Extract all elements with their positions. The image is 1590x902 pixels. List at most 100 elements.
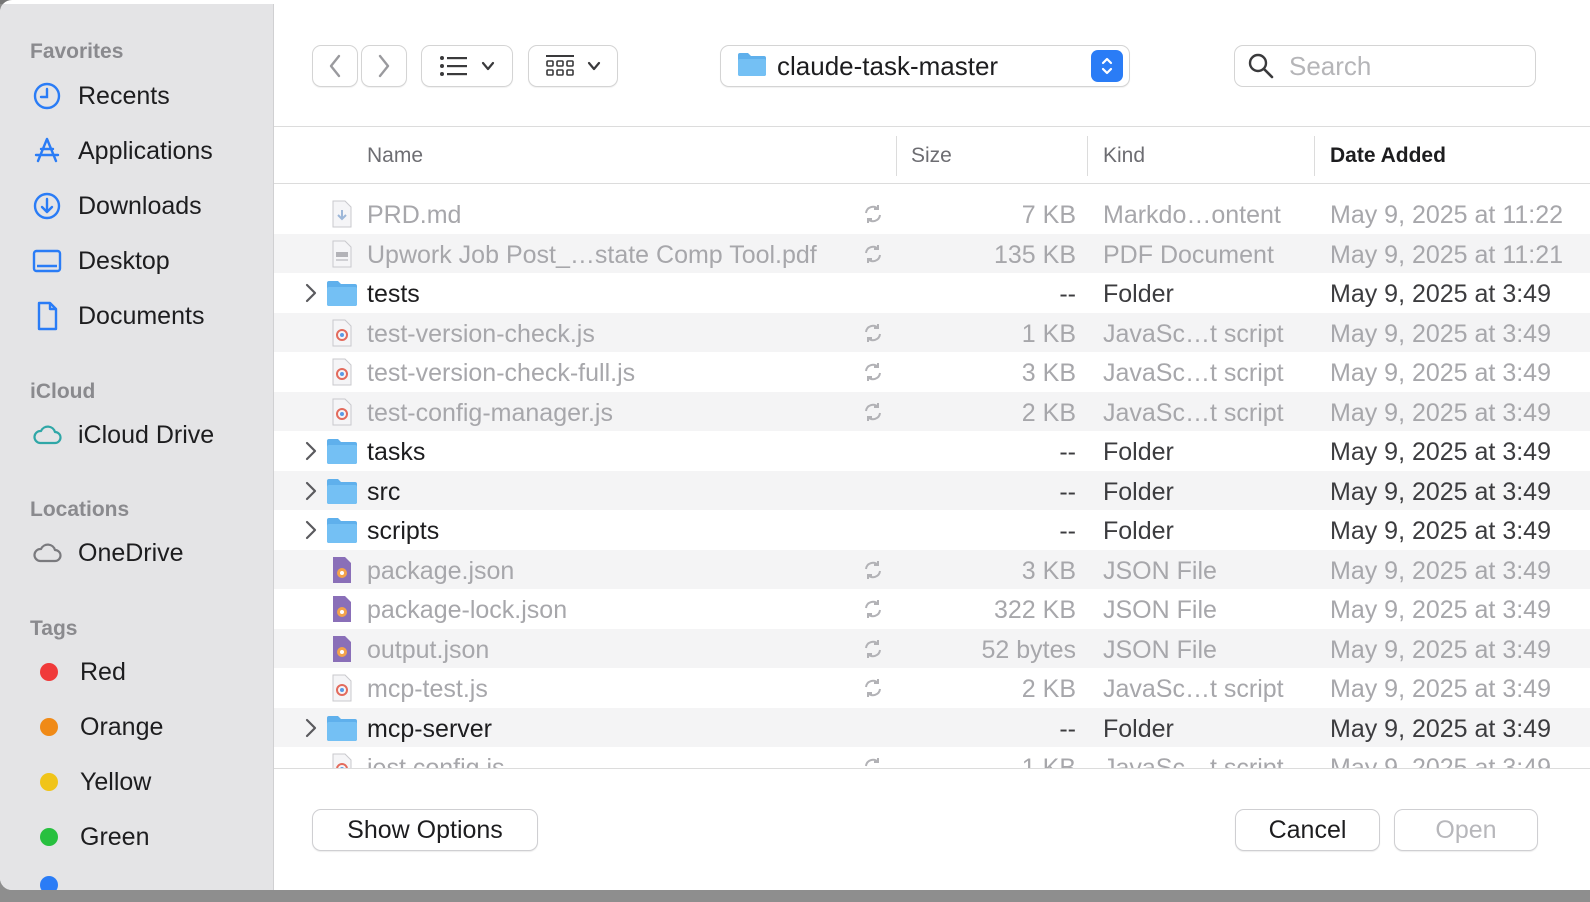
file-date-added: May 9, 2025 at 3:49 bbox=[1330, 280, 1551, 308]
file-kind: Folder bbox=[1103, 438, 1174, 466]
file-size: 3 KB bbox=[1021, 556, 1076, 585]
javascript-file-icon bbox=[326, 397, 358, 427]
file-date-added: May 9, 2025 at 3:49 bbox=[1330, 635, 1551, 664]
search-input[interactable] bbox=[1289, 50, 1509, 82]
file-row[interactable]: PRD.md 7 KB Markdo…ontent May 9, 2025 at… bbox=[274, 194, 1590, 234]
sidebar-item-label: Documents bbox=[78, 301, 205, 330]
folder-row[interactable]: mcp-server -- Folder May 9, 2025 at 3:49 bbox=[274, 707, 1590, 747]
file-size: 2 KB bbox=[1021, 398, 1076, 427]
forward-button[interactable] bbox=[361, 45, 407, 87]
pdf-file-icon bbox=[326, 239, 358, 269]
sidebar-item-onedrive[interactable]: OneDrive bbox=[30, 533, 260, 573]
sync-icon bbox=[862, 401, 884, 423]
file-kind: Folder bbox=[1103, 477, 1174, 506]
file-row[interactable]: mcp-test.js 2 KB JavaSc…t script May 9, … bbox=[274, 668, 1590, 708]
tag-color-dot bbox=[40, 718, 58, 736]
file-name: mcp-server bbox=[367, 714, 493, 743]
sidebar-tag-red[interactable]: Red bbox=[30, 652, 260, 692]
download-icon bbox=[30, 189, 64, 223]
javascript-file-icon bbox=[326, 673, 358, 703]
chevron-right-icon bbox=[378, 54, 390, 78]
sidebar-item-icloud-drive[interactable]: iCloud Drive bbox=[30, 415, 260, 455]
sidebar-item-label: Yellow bbox=[80, 767, 152, 796]
file-date-added: May 9, 2025 at 3:49 bbox=[1330, 438, 1551, 466]
file-name: test-config-manager.js bbox=[367, 398, 613, 427]
file-row[interactable]: package-lock.json 322 KB JSON File May 9… bbox=[274, 589, 1590, 629]
column-separator[interactable] bbox=[896, 136, 897, 176]
folder-row[interactable]: tasks -- Folder May 9, 2025 at 3:49 bbox=[274, 431, 1590, 471]
sidebar-item-documents[interactable]: Documents bbox=[30, 296, 260, 336]
file-row[interactable]: jest.config.js 1 KB JavaSc…t script May … bbox=[274, 747, 1590, 768]
cancel-button[interactable]: Cancel bbox=[1235, 809, 1380, 851]
file-row[interactable]: output.json 52 bytes JSON File May 9, 20… bbox=[274, 628, 1590, 668]
disclosure-chevron-icon[interactable] bbox=[302, 281, 320, 305]
sidebar-section-tags: Tags bbox=[30, 617, 78, 640]
column-header-kind[interactable]: Kind bbox=[1103, 128, 1145, 184]
file-row[interactable]: test-version-check.js 1 KB JavaSc…t scri… bbox=[274, 312, 1590, 352]
file-name: jest.config.js bbox=[367, 754, 505, 768]
disclosure-chevron-icon[interactable] bbox=[302, 518, 320, 542]
column-header-size[interactable]: Size bbox=[911, 128, 952, 184]
group-by-button[interactable] bbox=[528, 45, 618, 87]
file-name: Upwork Job Post_…state Comp Tool.pdf bbox=[367, 240, 817, 269]
location-path-label: claude-task-master bbox=[777, 50, 999, 81]
folder-icon bbox=[326, 515, 358, 545]
sync-icon bbox=[862, 361, 884, 383]
file-row[interactable]: test-config-manager.js 2 KB JavaSc…t scr… bbox=[274, 391, 1590, 431]
file-kind: JavaSc…t script bbox=[1103, 675, 1284, 703]
folder-row[interactable]: src -- Folder May 9, 2025 at 3:49 bbox=[274, 470, 1590, 510]
file-kind: JavaSc…t script bbox=[1103, 398, 1284, 427]
file-row[interactable]: test-version-check-full.js 3 KB JavaSc…t… bbox=[274, 352, 1590, 392]
sidebar-section-icloud: iCloud bbox=[30, 380, 96, 403]
disclosure-chevron-icon[interactable] bbox=[302, 439, 320, 463]
sync-icon bbox=[862, 677, 884, 699]
file-kind: JavaSc…t script bbox=[1103, 359, 1284, 387]
column-separator[interactable] bbox=[1087, 136, 1088, 176]
search-icon bbox=[1248, 53, 1274, 79]
sync-icon bbox=[862, 756, 884, 768]
applications-icon bbox=[30, 134, 64, 168]
file-kind: Folder bbox=[1103, 714, 1174, 743]
folder-row[interactable]: scripts -- Folder May 9, 2025 at 3:49 bbox=[274, 510, 1590, 550]
javascript-file-icon bbox=[326, 318, 358, 348]
file-date-added: May 9, 2025 at 3:49 bbox=[1330, 517, 1551, 545]
location-popup[interactable]: claude-task-master bbox=[720, 45, 1130, 87]
sidebar-section-locations: Locations bbox=[30, 498, 130, 521]
view-mode-list-button[interactable] bbox=[421, 45, 513, 87]
file-kind: JSON File bbox=[1103, 635, 1217, 664]
cloud-icon bbox=[30, 536, 64, 570]
open-button[interactable]: Open bbox=[1394, 809, 1538, 851]
disclosure-chevron-icon[interactable] bbox=[302, 479, 320, 503]
sidebar-item-desktop[interactable]: Desktop bbox=[30, 241, 260, 281]
sidebar-tag-green[interactable]: Green bbox=[30, 817, 260, 857]
sidebar-item-recents[interactable]: Recents bbox=[30, 76, 260, 116]
file-name: package.json bbox=[367, 556, 515, 585]
folder-icon bbox=[737, 51, 767, 82]
sidebar-item-label: Downloads bbox=[78, 191, 202, 220]
file-row[interactable]: package.json 3 KB JSON File May 9, 2025 … bbox=[274, 549, 1590, 589]
column-header-name[interactable]: Name bbox=[367, 128, 423, 184]
file-date-added: May 9, 2025 at 3:49 bbox=[1330, 477, 1551, 506]
back-button[interactable] bbox=[312, 45, 358, 87]
toolbar: claude-task-master bbox=[274, 4, 1590, 127]
show-options-button[interactable]: Show Options bbox=[312, 809, 538, 851]
search-field[interactable] bbox=[1234, 45, 1536, 87]
tag-color-dot bbox=[40, 773, 58, 791]
file-kind: Markdo…ontent bbox=[1103, 201, 1281, 229]
sidebar-item-downloads[interactable]: Downloads bbox=[30, 186, 260, 226]
sidebar-item-label: OneDrive bbox=[78, 538, 184, 567]
sidebar-tag-orange[interactable]: Orange bbox=[30, 707, 260, 747]
disclosure-chevron-icon[interactable] bbox=[302, 716, 320, 740]
sidebar-item-label: Orange bbox=[80, 712, 164, 741]
file-name: output.json bbox=[367, 635, 490, 664]
sidebar-tag-yellow[interactable]: Yellow bbox=[30, 762, 260, 802]
file-row[interactable]: Upwork Job Post_…state Comp Tool.pdf 135… bbox=[274, 233, 1590, 273]
sidebar-item-label: iCloud Drive bbox=[78, 420, 215, 449]
folder-row[interactable]: tests -- Folder May 9, 2025 at 3:49 bbox=[274, 273, 1590, 313]
file-size: 7 KB bbox=[1021, 201, 1076, 229]
column-header-date-added[interactable]: Date Added bbox=[1330, 128, 1446, 184]
sidebar-item-label: Red bbox=[80, 657, 126, 686]
column-separator[interactable] bbox=[1314, 136, 1315, 176]
sidebar-item-applications[interactable]: Applications bbox=[30, 131, 260, 171]
file-kind: JSON File bbox=[1103, 556, 1217, 585]
